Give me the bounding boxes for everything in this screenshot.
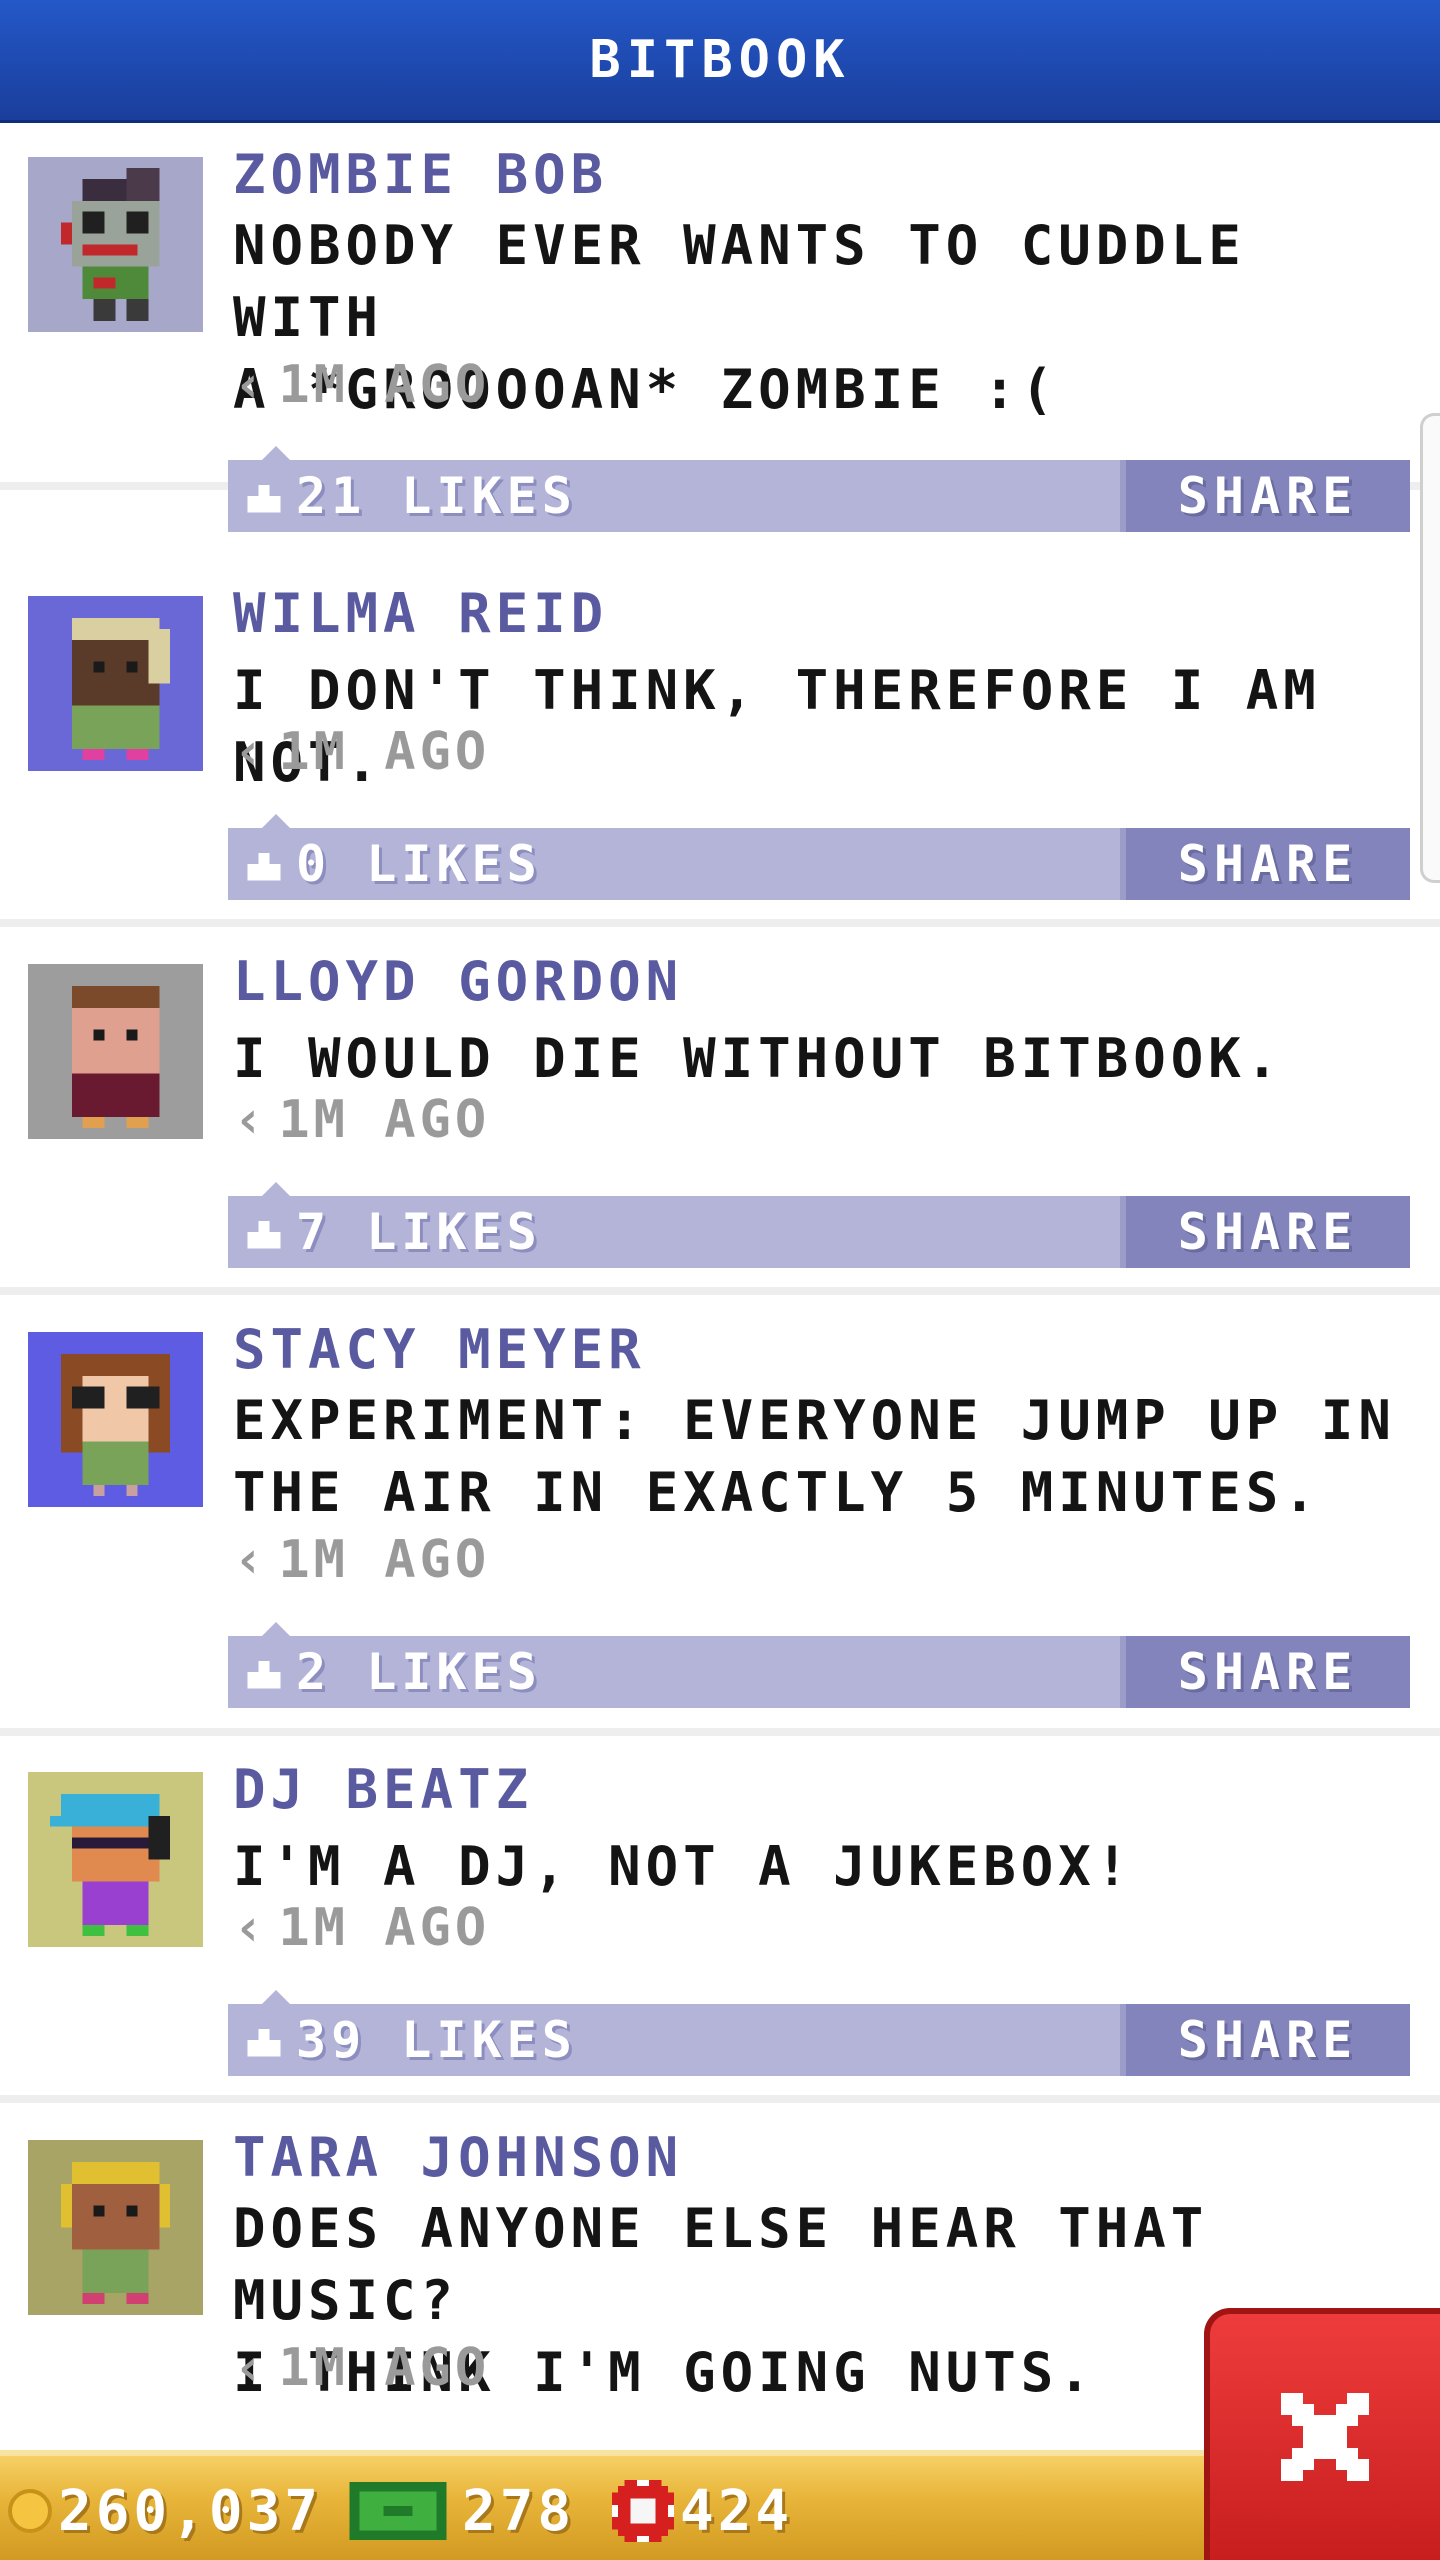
post-time: ‹ 1M AGO <box>233 1090 491 1150</box>
bitbook-feed[interactable]: ZOMBIE BOB NOBODY EVER WANTS TO CUDDLE W… <box>0 123 1440 2450</box>
share-button[interactable]: SHARE <box>1120 1636 1410 1708</box>
thumbs-up-icon[interactable] <box>242 1210 286 1254</box>
avatar <box>28 1332 203 1507</box>
clock-icon: ‹ <box>233 355 269 415</box>
post-author[interactable]: TARA JOHNSON <box>233 2128 683 2188</box>
coin-icon <box>8 2489 52 2533</box>
post-author[interactable]: WILMA REID <box>233 584 608 644</box>
share-button[interactable]: SHARE <box>1120 1196 1410 1268</box>
post-time: ‹ 1M AGO <box>233 1898 491 1958</box>
page-title: BITBOOK <box>589 30 851 90</box>
post: LLOYD GORDON I WOULD DIE WITHOUT BITBOOK… <box>0 928 1440 1295</box>
bux-value: 278 <box>462 2478 576 2544</box>
post-message: EXPERIMENT: EVERYONE JUMP UP IN THE AIR … <box>233 1389 1396 1524</box>
coins-value: 260,037 <box>58 2478 323 2544</box>
like-count: 21 LIKES <box>296 467 577 525</box>
avatar <box>28 1772 203 1947</box>
post: DJ BEATZ I'M A DJ, NOT A JUKEBOX! ‹ 1M AG… <box>0 1736 1440 2103</box>
post-author[interactable]: LLOYD GORDON <box>233 952 683 1012</box>
poker-chip-icon <box>612 2480 674 2542</box>
post-time: ‹ 1M AGO <box>233 722 491 782</box>
bux-stat: 278 <box>348 2456 575 2560</box>
like-bar[interactable]: 2 LIKES SHARE <box>228 1622 1410 1708</box>
chips-stat: 424 <box>612 2456 793 2560</box>
like-bar[interactable]: 7 LIKES SHARE <box>228 1182 1410 1268</box>
post-author[interactable]: ZOMBIE BOB <box>233 145 608 205</box>
clock-icon: ‹ <box>233 1898 269 1958</box>
post-time: ‹ 1M AGO <box>233 1530 491 1590</box>
like-bar[interactable]: 39 LIKES SHARE <box>228 1990 1410 2076</box>
close-icon <box>1281 2393 1369 2481</box>
like-count: 2 LIKES <box>296 1643 542 1701</box>
avatar <box>28 2140 203 2315</box>
post-author[interactable]: DJ BEATZ <box>233 1760 533 1820</box>
close-button[interactable] <box>1204 2308 1440 2560</box>
avatar <box>28 596 203 771</box>
like-count: 0 LIKES <box>296 835 542 893</box>
thumbs-up-icon[interactable] <box>242 842 286 886</box>
post-time: ‹ 1M AGO <box>233 2338 491 2398</box>
clock-icon: ‹ <box>233 1530 269 1590</box>
app-header: BITBOOK <box>0 0 1440 123</box>
chips-value: 424 <box>680 2478 794 2544</box>
avatar <box>28 964 203 1139</box>
scrollbar-thumb[interactable] <box>1420 413 1440 883</box>
like-bar[interactable]: 0 LIKES SHARE <box>228 814 1410 900</box>
avatar <box>28 157 203 332</box>
like-bar[interactable]: 21 LIKES SHARE <box>228 446 1410 532</box>
clock-icon: ‹ <box>233 722 269 782</box>
post-time: ‹ 1M AGO <box>233 355 491 415</box>
thumbs-up-icon[interactable] <box>242 474 286 518</box>
post-message: I'M A DJ, NOT A JUKEBOX! <box>233 1835 1134 1898</box>
share-button[interactable]: SHARE <box>1120 828 1410 900</box>
coins-stat: 260,037 <box>8 2456 322 2560</box>
share-button[interactable]: SHARE <box>1120 2004 1410 2076</box>
thumbs-up-icon[interactable] <box>242 1650 286 1694</box>
bux-icon <box>348 2482 448 2540</box>
share-button[interactable]: SHARE <box>1120 460 1410 532</box>
thumbs-up-icon[interactable] <box>242 2018 286 2062</box>
clock-icon: ‹ <box>233 1090 269 1150</box>
post-author[interactable]: STACY MEYER <box>233 1320 646 1380</box>
post: WILMA REID I DON'T THINK, THEREFORE I AM… <box>0 560 1440 927</box>
post: ZOMBIE BOB NOBODY EVER WANTS TO CUDDLE W… <box>0 123 1440 532</box>
post: STACY MEYER EXPERIMENT: EVERYONE JUMP UP… <box>0 1296 1440 1736</box>
like-count: 39 LIKES <box>296 2011 577 2069</box>
post-message: I WOULD DIE WITHOUT BITBOOK. <box>233 1027 1284 1090</box>
like-count: 7 LIKES <box>296 1203 542 1261</box>
clock-icon: ‹ <box>233 2338 269 2398</box>
